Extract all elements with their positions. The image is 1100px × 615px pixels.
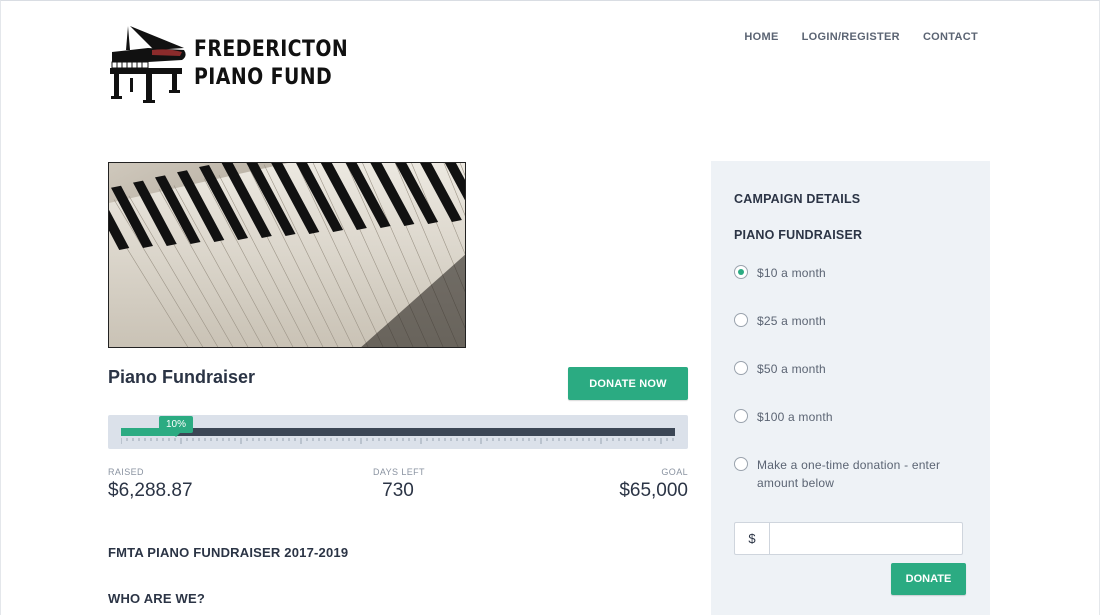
donation-option-one-time[interactable]: Make a one-time donation - enter amount …	[734, 456, 967, 492]
progress-ruler-ticks	[121, 438, 674, 444]
donation-option-label: $25 a month	[757, 314, 826, 328]
main-nav: HOME LOGIN/REGISTER CONTACT	[744, 31, 978, 43]
donate-now-button[interactable]: DONATE NOW	[568, 367, 688, 400]
donation-option-label: $10 a month	[757, 266, 826, 280]
donation-option-25[interactable]: $25 a month	[734, 312, 967, 330]
radio-button[interactable]	[734, 265, 748, 279]
donation-option-50[interactable]: $50 a month	[734, 360, 967, 378]
logo-line-2: PIANO FUND	[194, 65, 333, 90]
radio-button[interactable]	[734, 409, 748, 423]
progress-bar: 10%	[108, 415, 688, 449]
progress-percent-badge: 10%	[158, 416, 194, 437]
nav-login-register-link[interactable]: LOGIN/REGISTER	[802, 31, 900, 43]
campaign-details-sidebar: CAMPAIGN DETAILS PIANO FUNDRAISER $10 a …	[711, 161, 990, 615]
radio-button[interactable]	[734, 313, 748, 327]
amount-input[interactable]	[770, 523, 962, 554]
progress-track: 10%	[121, 416, 675, 437]
donation-option-label: $50 a month	[757, 362, 826, 376]
donation-option-10[interactable]: $10 a month	[734, 264, 967, 282]
donation-option-label: $100 a month	[757, 410, 833, 424]
goal-label: GOAL	[661, 467, 688, 477]
radio-button[interactable]	[734, 361, 748, 375]
goal-value: $65,000	[619, 480, 688, 501]
days-left-value: 730	[382, 480, 414, 501]
donation-option-100[interactable]: $100 a month	[734, 408, 967, 426]
nav-home-link[interactable]: HOME	[744, 31, 778, 43]
raised-label: RAISED	[108, 467, 144, 477]
radio-button[interactable]	[734, 457, 748, 471]
stat-days-left: DAYS LEFT 730	[373, 467, 425, 502]
logo-text: FREDERICTON PIANO FUND	[194, 36, 348, 92]
donation-option-label: Make a one-time donation - enter amount …	[757, 458, 941, 490]
amount-field: $	[734, 522, 963, 555]
campaign-title: Piano Fundraiser	[108, 367, 256, 387]
currency-symbol: $	[735, 523, 770, 554]
raised-value: $6,288.87	[108, 480, 193, 501]
donate-button[interactable]: DONATE	[891, 563, 966, 595]
days-left-label: DAYS LEFT	[373, 467, 425, 477]
hero-image	[108, 162, 466, 348]
stat-goal: GOAL $65,000	[619, 467, 688, 502]
piano-keys-photo	[109, 163, 465, 347]
section-heading: FMTA PIANO FUNDRAISER 2017-2019	[108, 545, 349, 560]
sidebar-subtitle: PIANO FUNDRAISER	[734, 228, 863, 242]
sidebar-title: CAMPAIGN DETAILS	[734, 192, 861, 206]
nav-contact-link[interactable]: CONTACT	[923, 31, 978, 43]
stat-raised: RAISED $6,288.87	[108, 467, 193, 502]
section-subheading: WHO ARE WE?	[108, 591, 206, 606]
logo-line-1: FREDERICTON	[194, 37, 349, 62]
